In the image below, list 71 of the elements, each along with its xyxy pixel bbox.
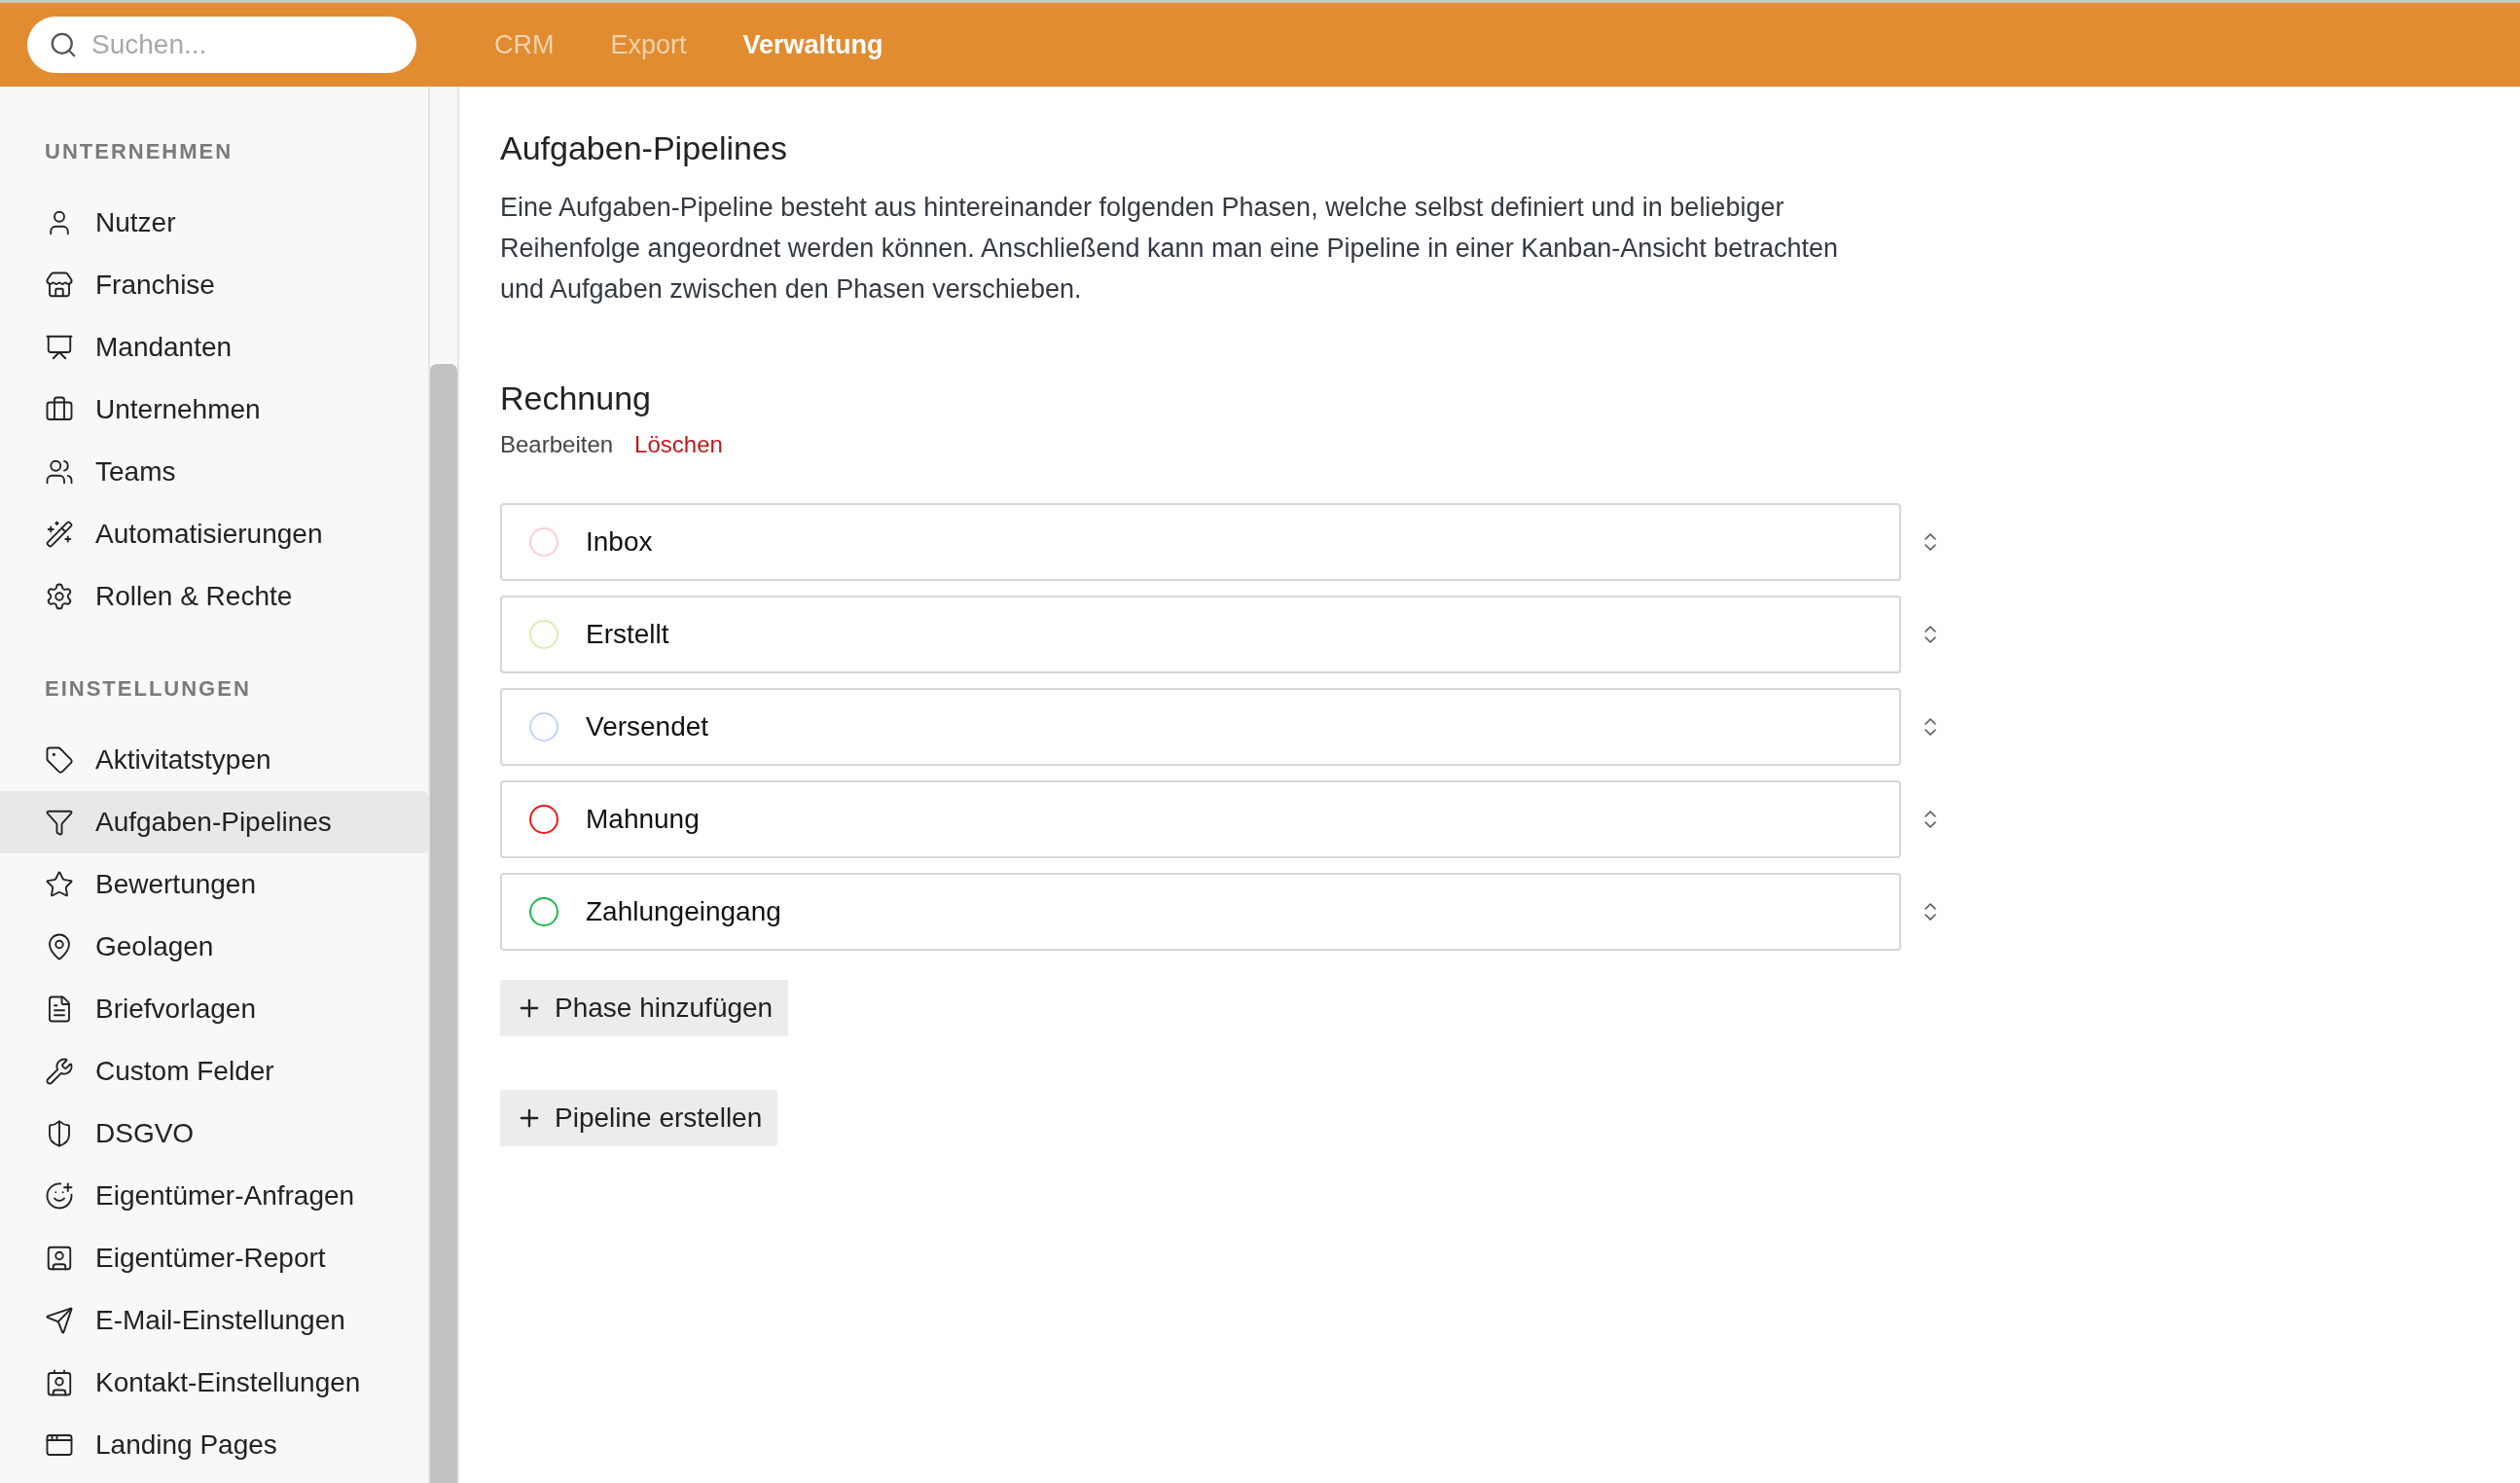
search-field[interactable]: Suchen... [27,17,416,73]
sidebar-item[interactable]: E-Mail-Einstellungen [0,1289,428,1352]
people-icon [45,457,74,487]
sidebar-item-label: Automatisierungen [95,519,323,550]
sidebar-item-label: Unternehmen [95,394,261,425]
scrollbar-thumb[interactable] [430,364,457,1483]
funnel-icon [45,808,74,837]
sidebar-item[interactable]: Briefvorlagen [0,978,428,1040]
sidebar-item[interactable]: Eigentümer-Report [0,1227,428,1289]
phase-label: Inbox [586,526,653,558]
sidebar-item[interactable]: Aufgaben-Pipelines [0,791,428,853]
phase-card[interactable]: Versendet [500,688,1901,766]
sidebar-item-label: Custom Felder [95,1056,274,1087]
phase-card[interactable]: Zahlungeingang [500,873,1901,951]
contact-card-icon [45,1368,74,1397]
sidebar-item[interactable]: Kontakt-Einstellungen [0,1352,428,1414]
sidebar-item[interactable]: Landing Pages [0,1414,428,1476]
sidebar-item[interactable]: Unternehmen [0,379,428,441]
sidebar-item-label: Eigentümer-Anfragen [95,1180,355,1212]
paper-plane-icon [45,1306,74,1335]
sidebar-item-label: Franchise [95,270,215,301]
sidebar-item-label: Briefvorlagen [95,994,256,1025]
sidebar-item[interactable]: Eigentümer-Anfragen [0,1165,428,1227]
sidebar-item-label: Geolagen [95,931,214,962]
section-heading: EINSTELLUNGEN [44,675,252,703]
sidebar-item-label: Teams [95,456,176,488]
phase-card[interactable]: Mahnung [500,780,1901,858]
phase-label: Versendet [586,711,709,742]
sidebar-item[interactable]: Aktivitatstypen [0,729,428,791]
edit-link[interactable]: Bearbeiten [500,431,614,458]
star-icon [45,870,74,899]
search-icon [49,30,78,59]
tag-icon [45,745,74,775]
sidebar-item-label: Bewertungen [95,869,256,900]
sidebar-item[interactable]: Teams [0,441,428,503]
sidebar-item-label: Rollen & Rechte [95,581,293,612]
create-pipeline-button[interactable]: Pipeline erstellen [500,1090,778,1146]
sidebar-item[interactable]: Mandanten [0,316,428,379]
sidebar-item-label: Kontakt-Einstellungen [95,1367,361,1398]
add-phase-button[interactable]: Phase hinzufügen [500,980,789,1036]
phase-label: Zahlungeingang [586,896,781,927]
sidebar-item[interactable]: Geolagen [0,916,428,978]
phase-card[interactable]: Inbox [500,503,1901,581]
sidebar-item-label: Aktivitatstypen [95,744,271,776]
delete-link[interactable]: Löschen [634,431,723,458]
sidebar-item[interactable]: Nutzer [0,192,428,254]
sidebar-item[interactable]: Rollen & Rechte [0,565,428,628]
sidebar-item[interactable]: Bewertungen [0,853,428,916]
magic-wand-icon [45,520,74,549]
sidebar-item-label: Eigentümer-Report [95,1243,326,1274]
sidebar-item-label: DSGVO [95,1118,195,1149]
phase-card[interactable]: Erstellt [500,596,1901,673]
sidebar-item[interactable]: Franchise [0,254,428,316]
sidebar-item[interactable]: Automatisierungen [0,503,428,565]
sidebar-item-label: Aufgaben-Pipelines [95,807,332,838]
settings-icon [45,582,74,611]
section-heading: UNTERNEHMEN [44,138,234,165]
pipeline-name: Rechnung [500,380,652,417]
smiley-plus-icon [45,1181,74,1211]
sidebar-item[interactable]: Custom Felder [0,1040,428,1103]
phase-label: Erstellt [586,619,669,650]
page-title: Aufgaben-Pipelines [500,129,788,167]
phase-label: Mahnung [586,804,700,835]
wrench-icon [45,1057,74,1086]
description: Eine Aufgaben-Pipeline besteht aus hintereinander folgenden Phasen, welche selbst definiert und in beliebiger Reihenfolge angeordnet werden können. Anschließend kann man eine Pipeline in einer Kanban-Ansicht betrachten und Aufgaben zwischen den Phasen verschieben. [500,192,1839,306]
sidebar-item-label: Nutzer [95,207,176,238]
sidebar-item-label: Mandanten [95,332,233,363]
sidebar-item-label: Landing Pages [95,1429,277,1461]
sidebar-item[interactable]: DSGVO [0,1103,428,1165]
shop-icon [45,271,74,300]
sidebar-item-label: E-Mail-Einstellungen [95,1305,345,1336]
